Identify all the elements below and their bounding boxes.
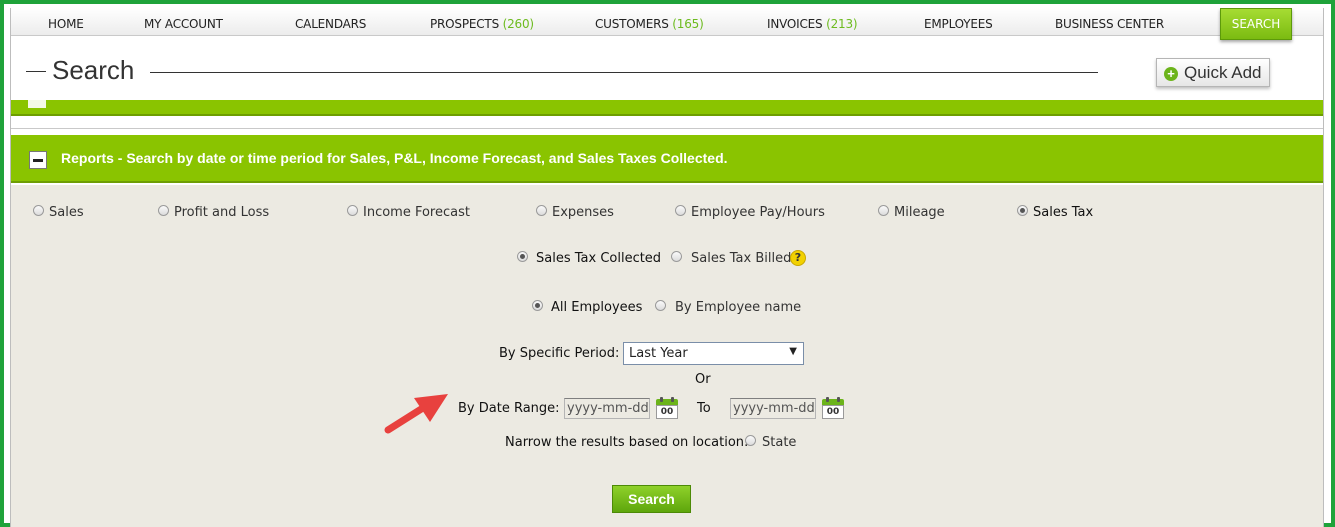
- divider: [11, 128, 1323, 129]
- page-title: Search: [52, 55, 135, 85]
- main-nav: HOME MY ACCOUNT CALENDARS PROSPECTS (260…: [11, 8, 1323, 36]
- radio-label: Expenses: [552, 205, 614, 220]
- nav-item-invoices[interactable]: INVOICES (213): [767, 17, 858, 31]
- app-container: HOME MY ACCOUNT CALENDARS PROSPECTS (260…: [10, 8, 1324, 527]
- period-select[interactable]: Last Year ▼: [623, 342, 804, 365]
- calendar-icon[interactable]: 00: [822, 397, 844, 419]
- date-range-label: By Date Range:: [458, 401, 560, 416]
- plus-icon: +: [1164, 67, 1178, 81]
- help-icon[interactable]: ?: [790, 250, 806, 266]
- radio-label: State: [762, 435, 797, 450]
- radio-label: Sales Tax Billed: [691, 251, 792, 266]
- chevron-down-icon: ▼: [789, 346, 797, 357]
- nav-label: BUSINESS CENTER: [1055, 17, 1164, 31]
- radio-sales-tax[interactable]: [1017, 205, 1028, 216]
- nav-label: CUSTOMERS: [595, 17, 669, 31]
- calendar-ring: [826, 397, 829, 402]
- radio-label: Employee Pay/Hours: [691, 205, 825, 220]
- calendar-day: 00: [822, 405, 844, 419]
- calendar-ring: [837, 397, 840, 402]
- nav-item-my-account[interactable]: MY ACCOUNT: [144, 17, 223, 31]
- title-dash: [26, 71, 46, 72]
- radio-label: Mileage: [894, 205, 945, 220]
- nav-label: PROSPECTS: [430, 17, 499, 31]
- nav-count: (260): [502, 17, 534, 31]
- radio-sales[interactable]: [33, 205, 44, 216]
- nav-item-search[interactable]: SEARCH: [1220, 8, 1292, 40]
- title-rule: [150, 72, 1098, 73]
- quick-add-button[interactable]: + Quick Add: [1156, 58, 1270, 87]
- nav-item-business-center[interactable]: BUSINESS CENTER: [1055, 17, 1164, 31]
- nav-label: EMPLOYEES: [924, 17, 993, 31]
- reports-title: Reports - Search by date or time period …: [61, 150, 728, 166]
- nav-label: CALENDARS: [295, 17, 367, 31]
- period-label: By Specific Period:: [499, 346, 620, 361]
- expand-icon: [28, 100, 46, 108]
- nav-item-employees[interactable]: EMPLOYEES: [924, 17, 993, 31]
- calendar-day: 00: [656, 405, 678, 419]
- radio-label: Profit and Loss: [174, 205, 270, 220]
- quick-add-label: Quick Add: [1184, 63, 1262, 82]
- radio-label: All Employees: [551, 300, 643, 315]
- radio-sales-tax-billed[interactable]: [671, 251, 682, 262]
- search-button[interactable]: Search: [612, 485, 691, 513]
- radio-profit-and-loss[interactable]: [158, 205, 169, 216]
- or-text: Or: [695, 372, 711, 387]
- start-date-input[interactable]: yyyy-mm-dd: [564, 398, 650, 419]
- nav-item-customers[interactable]: CUSTOMERS (165): [595, 17, 704, 31]
- radio-employee-pay-hours[interactable]: [675, 205, 686, 216]
- collapse-icon[interactable]: [29, 151, 47, 169]
- calendar-icon[interactable]: 00: [656, 397, 678, 419]
- nav-item-prospects[interactable]: PROSPECTS (260): [430, 17, 534, 31]
- nav-item-calendars[interactable]: CALENDARS: [295, 17, 366, 31]
- radio-by-employee-name[interactable]: [655, 300, 666, 311]
- reports-section-header[interactable]: Reports - Search by date or time period …: [11, 135, 1323, 183]
- nav-count: (165): [672, 17, 704, 31]
- nav-label: HOME: [48, 17, 84, 31]
- nav-item-home[interactable]: HOME: [48, 17, 84, 31]
- radio-all-employees[interactable]: [532, 300, 543, 311]
- period-value: Last Year: [629, 346, 688, 361]
- nav-count: (213): [826, 17, 858, 31]
- radio-sales-tax-collected[interactable]: [517, 251, 528, 262]
- radio-mileage[interactable]: [878, 205, 889, 216]
- reports-panel: Sales Profit and Loss Income Forecast Ex…: [11, 185, 1323, 527]
- calendar-ring: [671, 397, 674, 402]
- location-label: Narrow the results based on location:: [505, 435, 749, 450]
- collapsed-section-bar[interactable]: [11, 100, 1323, 116]
- radio-income-forecast[interactable]: [347, 205, 358, 216]
- radio-label: Sales Tax: [1033, 205, 1094, 220]
- end-date-input[interactable]: yyyy-mm-dd: [730, 398, 816, 419]
- radio-state[interactable]: [745, 435, 756, 446]
- annotation-arrow-icon: [384, 394, 448, 434]
- calendar-ring: [660, 397, 663, 402]
- radio-label: Income Forecast: [363, 205, 470, 220]
- radio-label: By Employee name: [675, 300, 802, 315]
- radio-label: Sales: [49, 205, 84, 220]
- radio-expenses[interactable]: [536, 205, 547, 216]
- nav-label: INVOICES: [767, 17, 823, 31]
- to-label: To: [697, 401, 711, 416]
- radio-label: Sales Tax Collected: [536, 251, 662, 266]
- nav-label: MY ACCOUNT: [144, 17, 223, 31]
